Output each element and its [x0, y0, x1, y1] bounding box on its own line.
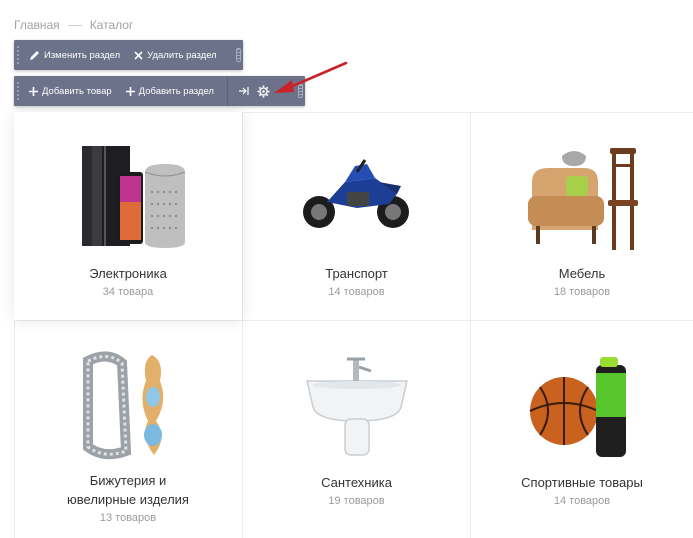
- category-name[interactable]: Спортивные товары: [521, 473, 643, 492]
- toolbar-drag-handle[interactable]: [14, 76, 22, 106]
- transport-image: [297, 142, 417, 252]
- toolbar-settings-handle[interactable]: [233, 40, 243, 70]
- add-section-button[interactable]: Добавить раздел: [119, 76, 221, 106]
- category-name-line2: ювелирные изделия: [67, 492, 189, 507]
- close-icon: [134, 50, 143, 60]
- category-count: 19 товаров: [328, 495, 385, 507]
- category-name[interactable]: Мебель: [559, 264, 606, 283]
- delete-section-button[interactable]: Удалить раздел: [127, 40, 224, 70]
- breadcrumb-separator: [67, 24, 82, 26]
- add-toolbar: Добавить товар Добавить раздел: [14, 76, 305, 106]
- plus-icon: [29, 86, 38, 96]
- category-card-furniture[interactable]: Мебель 18 товаров: [471, 112, 693, 320]
- category-name[interactable]: Транспорт: [325, 264, 388, 283]
- category-count: 18 товаров: [553, 286, 611, 298]
- breadcrumb-catalog[interactable]: Каталог: [90, 18, 134, 32]
- category-name-line1: Бижутерия и: [89, 473, 167, 488]
- delete-section-label: Удалить раздел: [147, 49, 217, 61]
- category-name[interactable]: Бижутерия и ювелирные изделия: [67, 471, 189, 509]
- category-count: 14 товаров: [328, 286, 385, 298]
- category-count: 13 товаров: [99, 512, 157, 524]
- add-product-label: Добавить товар: [42, 85, 112, 97]
- add-section-label: Добавить раздел: [138, 85, 214, 97]
- category-count: 34 товара: [102, 286, 154, 298]
- electronics-image: [68, 142, 188, 252]
- furniture-image: [522, 142, 642, 252]
- category-card-electronics[interactable]: Электроника 34 товара: [14, 112, 242, 320]
- plus-icon: [125, 86, 135, 96]
- category-card-plumbing[interactable]: Сантехника 19 товаров: [243, 321, 470, 538]
- section-toolbar: Изменить раздел Удалить раздел: [14, 40, 243, 70]
- sports-image: [522, 351, 642, 461]
- add-product-button[interactable]: Добавить товар: [22, 76, 119, 106]
- category-card-sports[interactable]: Спортивные товары 14 товаров: [471, 321, 693, 538]
- pencil-icon: [30, 50, 39, 60]
- category-card-jewelry[interactable]: Бижутерия и ювелирные изделия 13 товаров: [14, 321, 242, 538]
- toolbar-drag-handle[interactable]: [14, 40, 22, 70]
- edit-section-button[interactable]: Изменить раздел: [22, 40, 127, 70]
- plumbing-image: [297, 351, 417, 461]
- annotation-arrow: [274, 61, 348, 93]
- category-count: 14 товаров: [553, 495, 611, 507]
- category-name[interactable]: Сантехника: [321, 473, 392, 492]
- edit-section-label: Изменить раздел: [44, 49, 121, 61]
- category-card-transport[interactable]: Транспорт 14 товаров: [243, 112, 470, 320]
- breadcrumb: Главная Каталог: [14, 18, 133, 32]
- jewelry-image: [68, 351, 188, 461]
- toolbar-divider: [226, 76, 228, 106]
- breadcrumb-home[interactable]: Главная: [14, 18, 60, 32]
- pin-icon[interactable]: [234, 76, 254, 106]
- category-name[interactable]: Электроника: [89, 264, 167, 283]
